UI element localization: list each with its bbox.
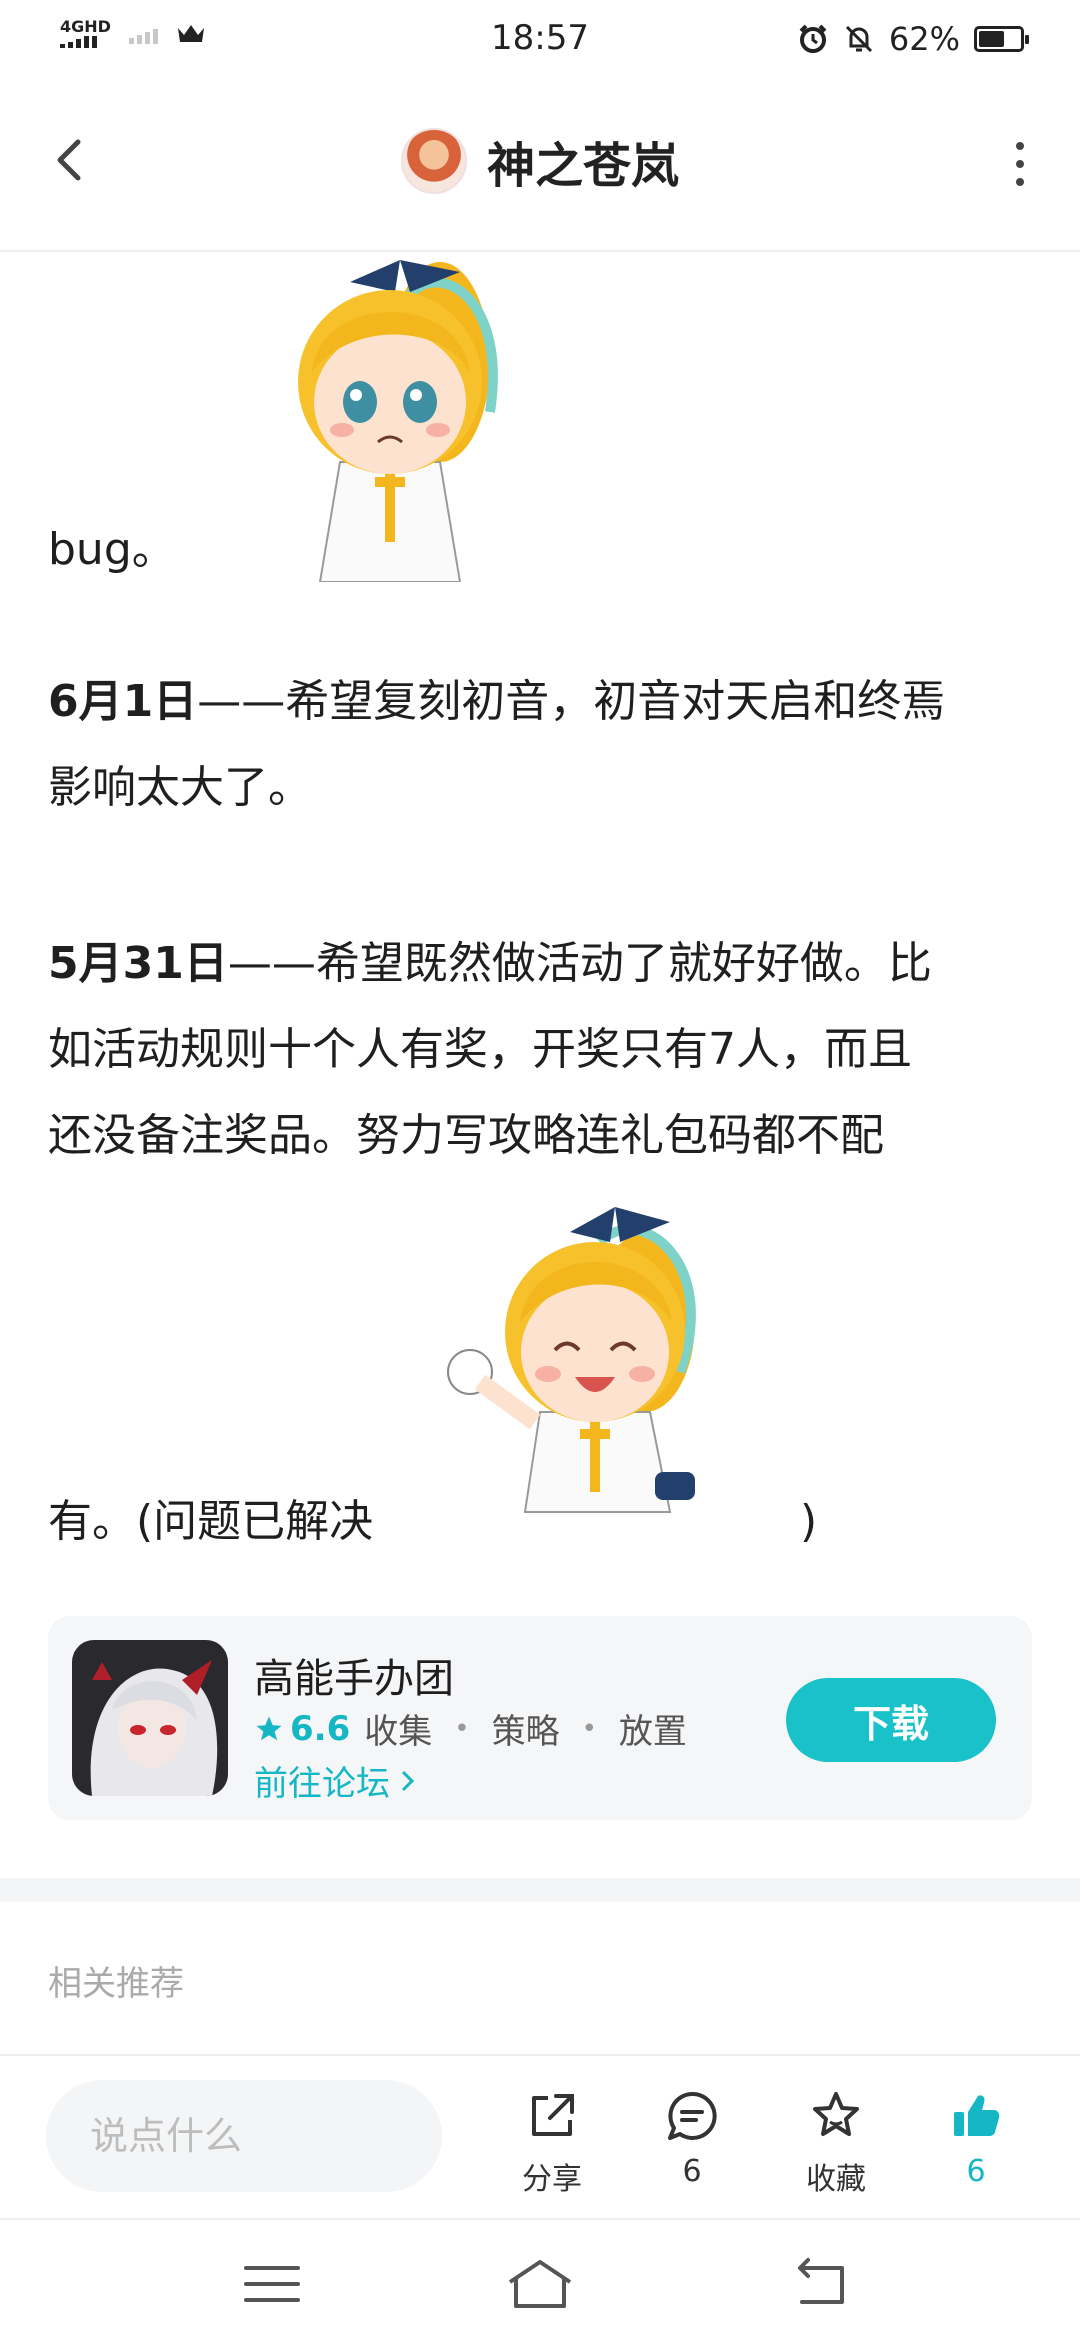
sticker-worried bbox=[298, 260, 498, 582]
post-text-line: 影响太大了。 bbox=[48, 762, 312, 813]
app-tag: 策略 bbox=[491, 1712, 560, 1752]
header: 神之苍岚 bbox=[0, 84, 1080, 252]
app-meta: 6.6 收集 • 策略 • 放置 bbox=[254, 1704, 687, 1753]
forum-avatar[interactable] bbox=[400, 128, 467, 194]
bottom-action-bar: 分享 6 收藏 6 bbox=[0, 2054, 1080, 2220]
post-date: 6月1日 bbox=[48, 676, 198, 727]
status-bar: 4GHD 18:57 62% bbox=[0, 0, 1080, 84]
alarm-icon bbox=[799, 24, 827, 53]
app-tag: 收集 bbox=[364, 1712, 433, 1752]
app-rating: 6.6 bbox=[254, 1709, 350, 1749]
header-center[interactable]: 神之苍岚 bbox=[0, 126, 1080, 196]
dot-separator: • bbox=[454, 1713, 470, 1744]
back-nav-icon[interactable] bbox=[782, 2256, 862, 2312]
app-card[interactable]: 高能手办团 6.6 收集 • 策略 • 放置 前往论坛 下载 bbox=[48, 1616, 1032, 1820]
home-icon[interactable] bbox=[500, 2256, 580, 2312]
favorite-label: 收藏 bbox=[806, 2162, 866, 2197]
comment-icon bbox=[668, 2091, 717, 2140]
forum-link[interactable]: 前往论坛 bbox=[254, 1756, 418, 1805]
battery-percent: 62% bbox=[888, 20, 960, 58]
download-button[interactable]: 下载 bbox=[786, 1678, 996, 1762]
like-count: 6 bbox=[966, 2154, 986, 2189]
dot-separator: • bbox=[581, 1713, 597, 1744]
chevron-right-icon bbox=[401, 1770, 415, 1791]
battery-fill bbox=[979, 31, 1004, 47]
post-date: 5月31日 bbox=[48, 938, 228, 989]
share-label: 分享 bbox=[522, 2162, 582, 2197]
favorite-button[interactable]: 收藏 bbox=[776, 2086, 896, 2198]
comment-button[interactable]: 6 bbox=[632, 2086, 752, 2189]
star-icon bbox=[256, 1716, 282, 1740]
share-button[interactable]: 分享 bbox=[492, 2086, 612, 2198]
status-right: 62% bbox=[797, 20, 1029, 58]
mute-icon bbox=[845, 25, 872, 53]
menu-icon[interactable] bbox=[232, 2256, 312, 2312]
comment-count: 6 bbox=[682, 2154, 702, 2189]
post-text-line: 6月1日——希望复刻初音，初音对天启和终焉 bbox=[48, 676, 946, 727]
related-title: 相关推荐 bbox=[48, 1964, 184, 2004]
app-icon[interactable] bbox=[72, 1640, 228, 1796]
battery-icon bbox=[974, 26, 1029, 52]
post-text-line: 有。(问题已解决 bbox=[48, 1496, 374, 1547]
post-text-line: 还没备注奖品。努力写攻略连礼包码都不配 bbox=[48, 1110, 884, 1161]
section-divider bbox=[0, 1878, 1080, 1902]
post-text-line: bug。 bbox=[48, 524, 176, 575]
sticker-happy bbox=[447, 1207, 696, 1513]
app-tag: 放置 bbox=[618, 1712, 687, 1752]
share-icon bbox=[532, 2094, 574, 2136]
more-vertical-icon[interactable] bbox=[1000, 134, 1040, 194]
page-title: 神之苍岚 bbox=[486, 138, 679, 194]
comment-input[interactable] bbox=[46, 2080, 442, 2192]
system-nav-bar bbox=[0, 2218, 1080, 2342]
post-text-line: 如活动规则十个人有奖，开奖只有7人，而且 bbox=[48, 1024, 912, 1075]
thumbs-up-icon bbox=[954, 2095, 1000, 2136]
like-button[interactable]: 6 bbox=[916, 2086, 1036, 2189]
post-text-paren: ) bbox=[800, 1496, 818, 1547]
post-text-line: 5月31日——希望既然做活动了就好好做。比 bbox=[48, 938, 932, 989]
star-outline-icon bbox=[813, 2092, 859, 2136]
app-name: 高能手办团 bbox=[254, 1656, 454, 1702]
